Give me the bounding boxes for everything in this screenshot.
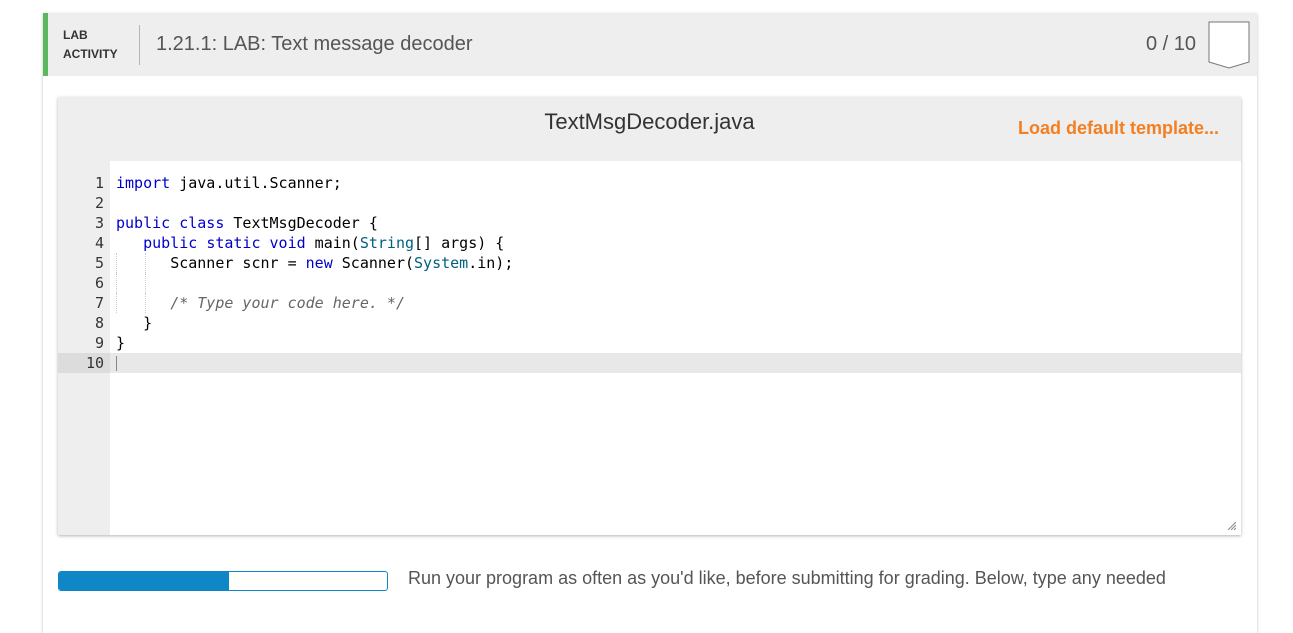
mode-toggle-bar[interactable] bbox=[58, 571, 388, 591]
code-text: main( bbox=[305, 234, 360, 252]
load-default-template-link[interactable]: Load default template... bbox=[1018, 118, 1219, 139]
mode-toggle-active[interactable] bbox=[59, 572, 229, 590]
resize-handle-icon[interactable] bbox=[1226, 520, 1236, 530]
code-line-5: Scanner scnr = new Scanner(System.in); bbox=[116, 253, 513, 273]
lab-type-line1: LAB bbox=[63, 28, 88, 42]
code-line-1: import java.util.Scanner; bbox=[116, 173, 342, 193]
line-number: 4 bbox=[94, 234, 104, 252]
code-text: java.util.Scanner; bbox=[170, 174, 342, 192]
lab-score: 0 / 10 bbox=[1145, 33, 1197, 55]
line-number: 2 bbox=[94, 194, 104, 212]
lab-title: 1.21.1: LAB: Text message decoder bbox=[156, 33, 473, 55]
text-cursor bbox=[116, 356, 117, 371]
line-number: 3 bbox=[94, 214, 104, 232]
code-keyword: new bbox=[305, 254, 333, 272]
line-number: 1 bbox=[94, 174, 104, 192]
indent-guide bbox=[116, 273, 117, 293]
code-comment: /* Type your code here. */ bbox=[170, 294, 405, 312]
line-number: 9 bbox=[94, 334, 104, 352]
code-text: .in); bbox=[468, 254, 514, 272]
code-type: System bbox=[414, 254, 469, 272]
code-line-4: public static void main(String[] args) { bbox=[116, 233, 504, 253]
line-number: 8 bbox=[94, 314, 104, 332]
code-type: String bbox=[359, 234, 415, 252]
score-badge-icon bbox=[1208, 21, 1250, 69]
code-keyword: public bbox=[116, 214, 171, 232]
code-text: [] args) { bbox=[414, 234, 505, 252]
indent-guide bbox=[145, 273, 146, 293]
code-line-3: public class TextMsgDecoder { bbox=[116, 213, 378, 233]
code-line-9: } bbox=[116, 333, 125, 353]
code-keyword: void bbox=[269, 234, 306, 252]
run-instructions: Run your program as often as you'd like,… bbox=[408, 568, 1166, 588]
active-line-highlight bbox=[58, 353, 1241, 373]
code-text: } bbox=[143, 314, 153, 332]
header-divider bbox=[139, 25, 140, 65]
code-editor[interactable]: 1 2 3 4 5 6 7 8 9 10 import java.util.Sc… bbox=[58, 161, 1241, 535]
line-number: 7 bbox=[94, 294, 104, 312]
code-text: Scanner( bbox=[332, 254, 415, 272]
code-keyword: static bbox=[206, 234, 261, 252]
code-keyword: import bbox=[116, 174, 171, 192]
line-number: 6 bbox=[94, 274, 104, 292]
code-keyword: class bbox=[179, 214, 225, 232]
line-number: 5 bbox=[94, 254, 104, 272]
code-editor-panel: TextMsgDecoder.java Load default templat… bbox=[58, 97, 1241, 535]
line-number: 10 bbox=[85, 354, 104, 372]
code-line-8: } bbox=[116, 313, 152, 333]
lab-header: LAB ACTIVITY 1.21.1: LAB: Text message d… bbox=[43, 13, 1257, 76]
code-line-7: /* Type your code here. */ bbox=[116, 293, 405, 313]
lab-type-line2: ACTIVITY bbox=[63, 47, 118, 61]
code-keyword: public bbox=[143, 234, 198, 252]
code-text: Scanner scnr = bbox=[170, 254, 306, 272]
code-text: TextMsgDecoder { bbox=[224, 214, 378, 232]
code-text: } bbox=[116, 334, 126, 352]
lab-activity-type: LAB ACTIVITY bbox=[63, 26, 138, 64]
